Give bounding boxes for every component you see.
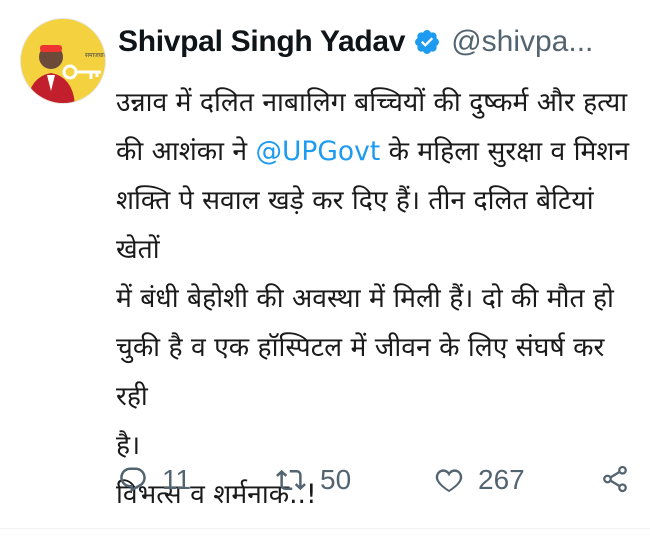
heart-icon [434,465,464,495]
handle-ellipsis: ... [568,25,594,58]
tweet-line: की आशंका ने [116,136,256,167]
reply-count: 11 [162,464,192,495]
tweet-line: चुकी है व एक हॉस्पिटल में जीवन के लिए सं… [116,332,613,412]
profile-avatar-image: समाजवादी [21,19,106,103]
retweet-button[interactable]: 50 [276,464,351,496]
mention-link[interactable]: @UPGovt [256,136,381,167]
display-name[interactable]: Shivpal Singh Yadav [118,25,405,59]
like-button[interactable]: 267 [434,464,525,496]
tweet-actions: 11 50 267 [116,460,636,510]
reply-icon [118,465,148,495]
retweet-count: 50 [320,464,352,495]
divider [0,528,650,529]
like-count: 267 [478,464,525,495]
verified-badge-icon [413,28,441,56]
tweet-header: Shivpal Singh Yadav @shivpa... [118,20,593,64]
reply-button[interactable]: 11 [118,464,191,496]
tweet-line: में बंधी बेहोशी की अवस्था में मिली हैं। … [116,283,614,314]
tweet-card[interactable]: समाजवादी Shivpal Singh Yadav @shivpa... … [0,0,650,540]
share-icon [600,464,630,494]
tweet-line: है। [116,430,141,461]
tweet-text: उन्नाव में दलित नाबालिग बच्चियों की दुष्… [116,78,636,519]
avatar[interactable]: समाजवादी [20,18,106,104]
share-button[interactable] [600,464,630,494]
tweet-line: के महिला सुरक्षा व मिशन [380,136,630,167]
tweet-line: शक्ति पे सवाल खड़े कर दिए हैं। तीन दलित … [116,185,602,265]
tweet-line: उन्नाव में दलित नाबालिग बच्चियों की दुष्… [116,87,628,118]
retweet-icon [276,465,306,495]
svg-text:समाजवादी: समाजवादी [85,51,106,59]
user-handle[interactable]: @shivpa [451,25,568,59]
